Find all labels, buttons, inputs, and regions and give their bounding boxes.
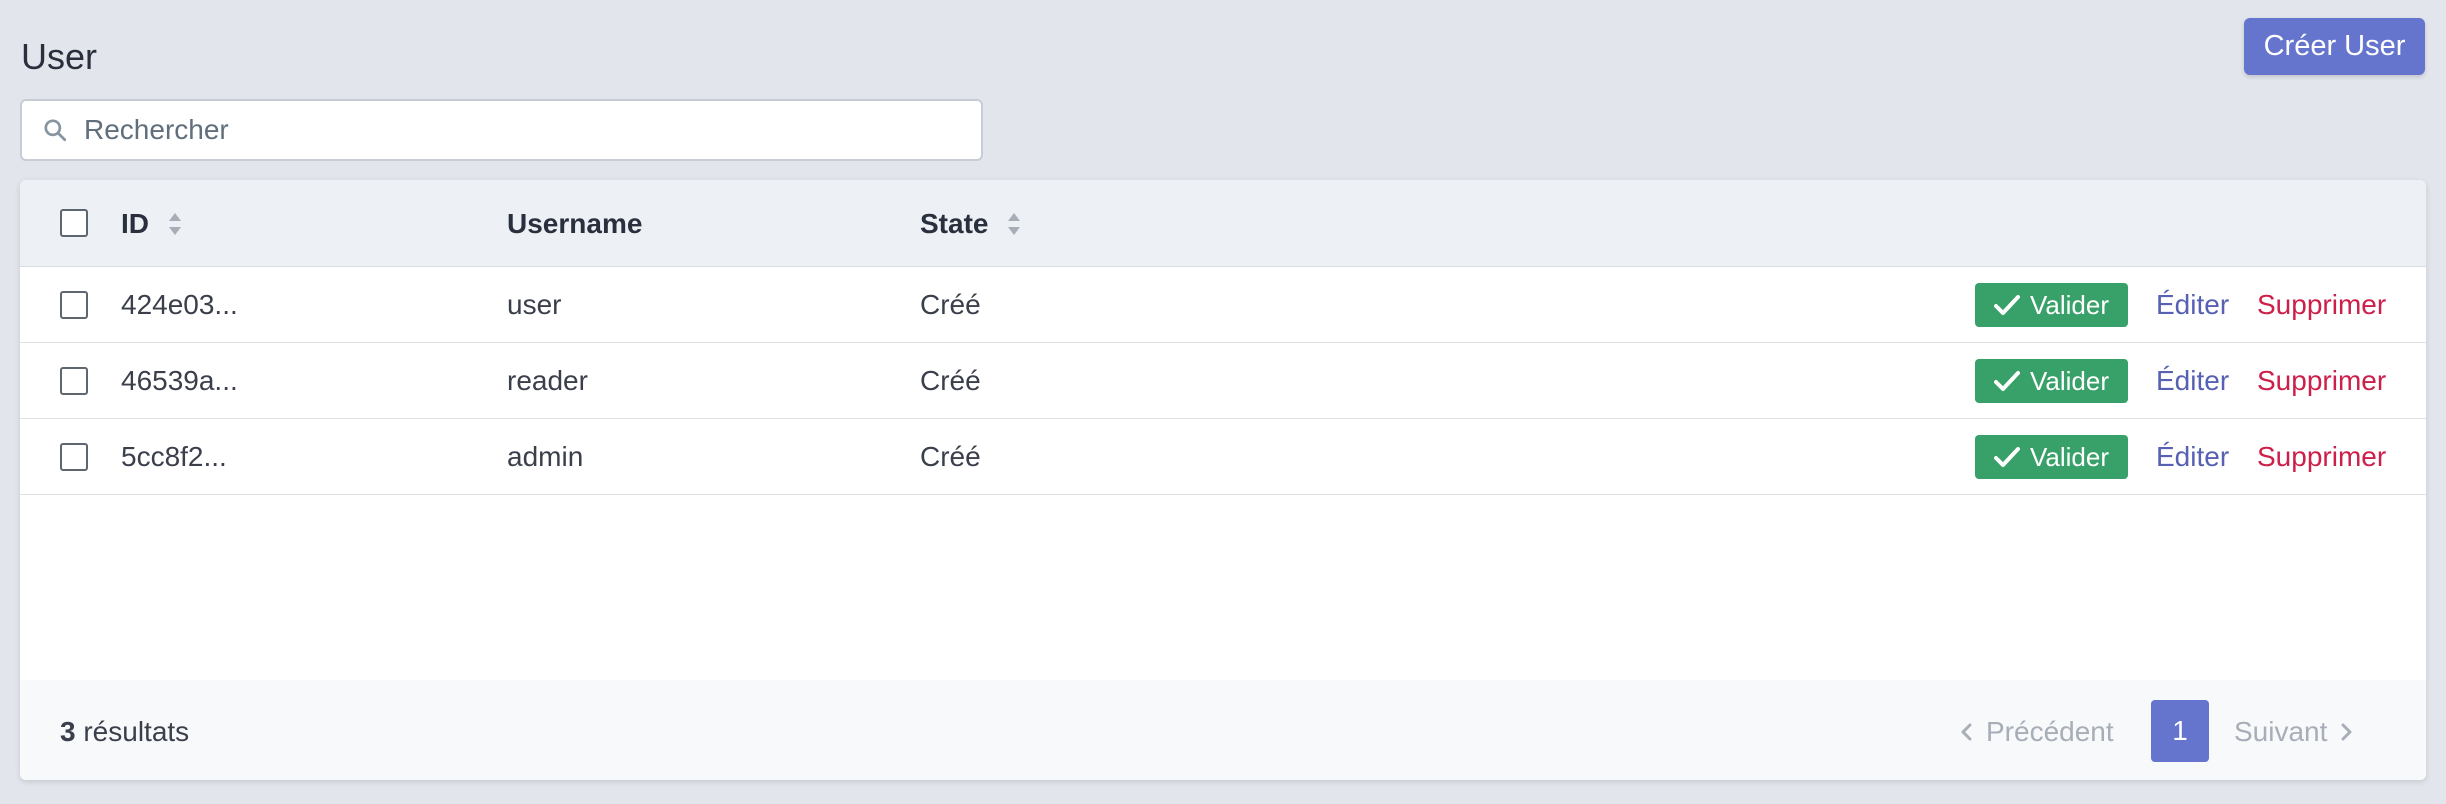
previous-page-label: Précédent [1986,716,2114,747]
table-row: 46539a... reader Créé Valider Éditer Sup… [20,343,2426,419]
previous-page-button[interactable]: Précédent [1960,716,2114,748]
validate-button-label: Valider [2029,365,2109,396]
row-id: 46539a... [121,365,238,396]
row-id: 5cc8f2... [121,441,227,472]
validate-button[interactable]: Valider [1975,359,2128,403]
delete-link[interactable]: Supprimer [2257,289,2386,321]
validate-button-label: Valider [2029,289,2109,320]
delete-link[interactable]: Supprimer [2257,441,2386,473]
validate-button-label: Valider [2029,441,2109,472]
table-footer: 3 résultats Précédent 1 Suivant [20,680,2426,780]
table-row: 5cc8f2... admin Créé Valider Éditer Supp… [20,419,2426,495]
edit-link[interactable]: Éditer [2156,441,2229,473]
search-icon [42,116,70,144]
row-checkbox[interactable] [60,367,88,395]
users-table: ID Username State 424e03... user Créé Va… [20,180,2426,780]
check-icon [1993,295,2020,315]
row-state: Créé [920,441,981,472]
page-title: User [21,36,98,77]
column-header-state[interactable]: State [920,208,1022,240]
row-username: admin [507,441,584,472]
results-number: 3 [60,716,76,747]
row-username: reader [507,365,588,396]
row-state: Créé [920,365,981,396]
results-count: 3 résultats [60,716,189,748]
row-checkbox[interactable] [60,291,88,319]
results-label: résultats [83,716,190,747]
next-page-button[interactable]: Suivant [2234,716,2353,748]
check-icon [1993,371,2020,391]
sort-icon[interactable] [167,211,183,237]
search-input[interactable] [84,114,964,146]
edit-link[interactable]: Éditer [2156,289,2229,321]
sort-icon[interactable] [1006,211,1022,237]
select-all-checkbox[interactable] [60,209,88,237]
create-user-button[interactable]: Créer User [2244,18,2425,75]
next-page-label: Suivant [2234,716,2328,747]
delete-link[interactable]: Supprimer [2257,365,2386,397]
column-header-id[interactable]: ID [121,208,183,240]
row-checkbox[interactable] [60,443,88,471]
validate-button[interactable]: Valider [1975,283,2128,327]
validate-button[interactable]: Valider [1975,435,2128,479]
page-number-button[interactable]: 1 [2151,700,2209,762]
edit-link[interactable]: Éditer [2156,365,2229,397]
column-header-username-label: Username [507,208,643,239]
row-username: user [507,289,562,320]
row-id: 424e03... [121,289,238,320]
chevron-left-icon [1961,723,1972,741]
row-state: Créé [920,289,981,320]
check-icon [1993,447,2020,467]
search-field[interactable] [20,99,983,161]
column-header-state-label: State [920,208,989,239]
chevron-right-icon [2341,723,2352,741]
table-row: 424e03... user Créé Valider Éditer Suppr… [20,267,2426,343]
column-header-username: Username [507,208,642,240]
table-header: ID Username State [20,180,2426,267]
column-header-id-label: ID [121,208,149,239]
